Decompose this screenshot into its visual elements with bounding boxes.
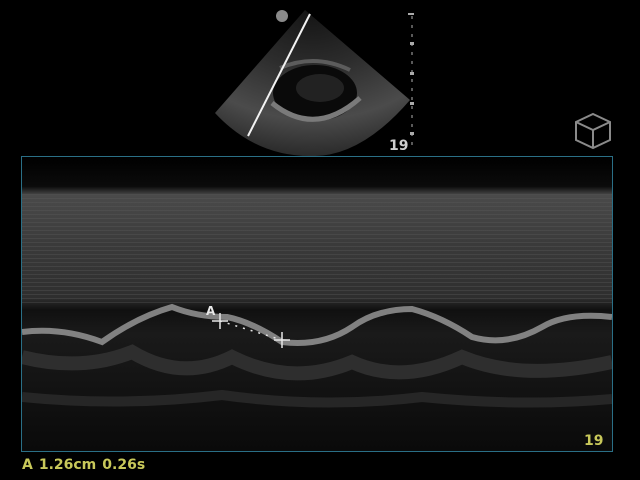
sector-2d-image — [215, 10, 410, 157]
sector-frame-number: 19 — [389, 138, 409, 154]
measurement-time: 0.26s — [102, 457, 146, 473]
m-mode-panel — [21, 156, 613, 452]
measurement-label: A — [22, 457, 33, 473]
measurement-distance: 1.26cm — [38, 457, 97, 473]
caliper-label: A — [206, 304, 216, 318]
mmode-frame-number: 19 — [584, 433, 604, 449]
cube-icon[interactable] — [570, 110, 616, 152]
depth-scale — [408, 13, 414, 148]
measurement-readout: A 1.26cm 0.26s — [22, 457, 151, 473]
m-mode-trace-image — [22, 157, 612, 451]
